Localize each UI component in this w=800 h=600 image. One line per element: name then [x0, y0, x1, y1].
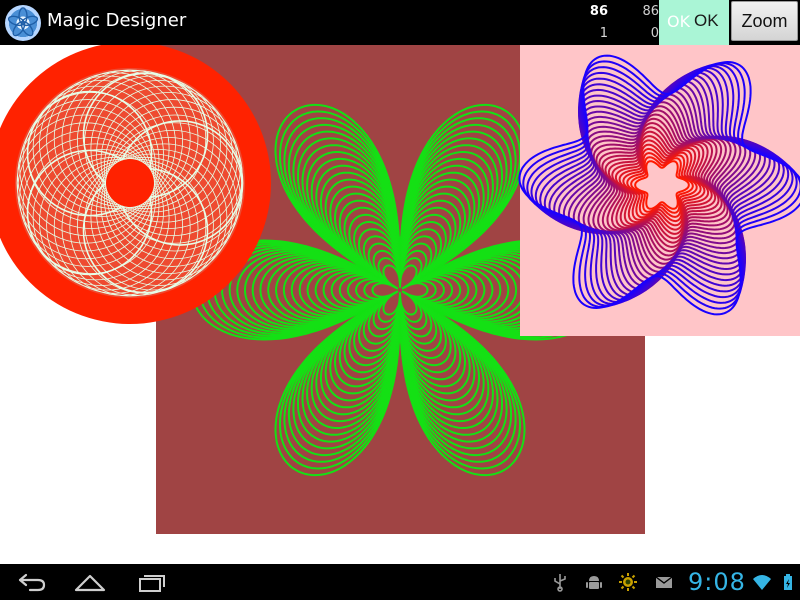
app-title: Magic Designer [47, 10, 187, 31]
design-canvas-svg [0, 45, 800, 534]
action-bar: Magic Designer 86 1 86 0 OK OK Zoom [0, 0, 800, 45]
app-icon[interactable] [5, 5, 41, 41]
sun-icon [619, 573, 637, 591]
counter-b-bottom: 0 [650, 26, 659, 41]
counter-a-top: 86 [589, 4, 608, 19]
ok-ghost-label: OK [667, 12, 691, 31]
home-icon [74, 574, 106, 592]
red-ring-center [106, 159, 154, 207]
battery-icon [784, 574, 792, 590]
purple-swirl-design[interactable] [518, 45, 800, 336]
screen: Magic Designer 86 1 86 0 OK OK Zoom 9:08 [0, 0, 800, 600]
mail-icon [655, 576, 673, 588]
zoom-button[interactable]: Zoom [731, 1, 798, 41]
home-button[interactable] [66, 568, 114, 596]
recent-apps-icon [139, 575, 165, 592]
ok-button[interactable]: OK [694, 11, 719, 31]
recent-apps-button[interactable] [127, 568, 175, 596]
android-debug-icon [586, 576, 602, 589]
counter-a-bottom: 1 [599, 26, 608, 41]
purple-swirl-background [520, 45, 800, 336]
system-bar: 9:08 [0, 564, 800, 600]
clock: 9:08 [688, 568, 746, 596]
wifi-icon [753, 575, 771, 590]
back-icon [18, 573, 46, 592]
usb-icon [554, 574, 566, 592]
counter-b-top: 86 [642, 4, 659, 19]
back-button[interactable] [6, 568, 54, 596]
design-canvas[interactable] [0, 45, 800, 564]
